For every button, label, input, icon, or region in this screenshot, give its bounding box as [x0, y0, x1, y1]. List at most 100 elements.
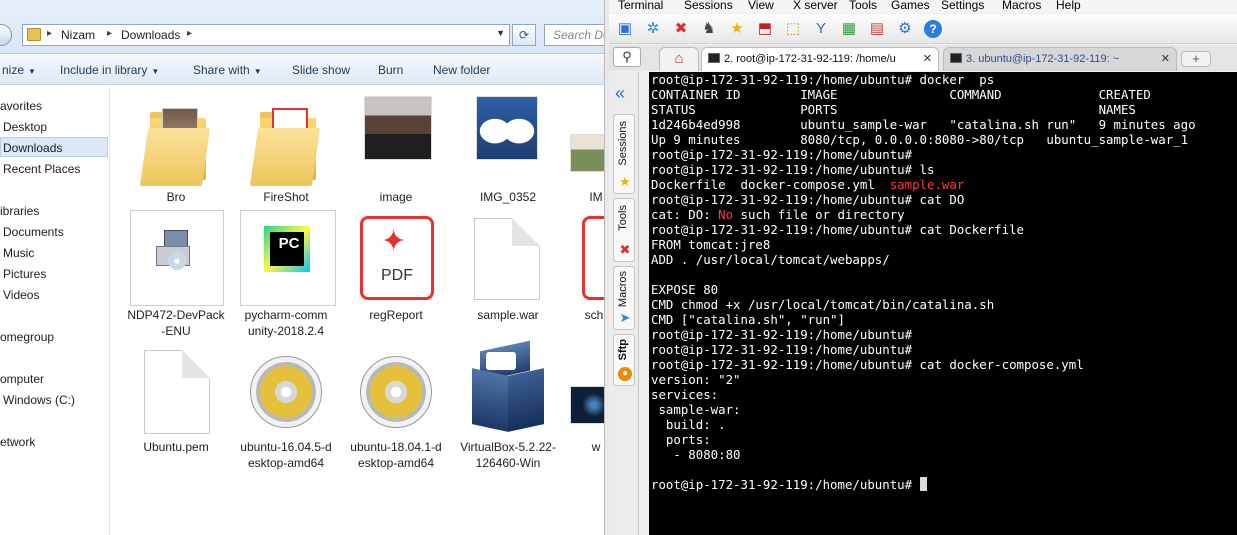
- servers-icon[interactable]: ✲: [644, 20, 662, 38]
- tab-session-3[interactable]: 3. ubuntu@ip-172-31-92-119: ~ ✕: [943, 47, 1177, 71]
- terminal-line: Up 9 minutes 8080/tcp, 0.0.0.0:8080->80/…: [651, 132, 1237, 147]
- menu-view[interactable]: View: [748, 0, 774, 12]
- file-item-fireshot[interactable]: FireShot: [236, 90, 336, 210]
- nav-windows-c[interactable]: Windows (C:): [3, 390, 75, 410]
- close-tab-icon[interactable]: ✕: [1161, 52, 1170, 65]
- file-label: Ubuntu.pem: [143, 440, 209, 454]
- terminal-text: such file or directory: [733, 207, 905, 222]
- home-tab-icon[interactable]: ⌂: [659, 47, 699, 71]
- file-item-ubuntu-16[interactable]: ubuntu-16.04.5-d esktop-amd64: [236, 344, 336, 470]
- sidebar-tab-sftp[interactable]: Sftp ●: [613, 334, 635, 386]
- refresh-icon[interactable]: ⟳: [512, 24, 536, 46]
- menu-tools[interactable]: Tools: [849, 0, 877, 12]
- nav-libraries[interactable]: ibraries: [0, 201, 39, 221]
- pycharm-icon: PC: [264, 226, 310, 272]
- address-dropdown-icon[interactable]: ▼: [496, 28, 505, 38]
- search-input[interactable]: Search Do: [544, 24, 604, 46]
- address-bar[interactable]: ▸ Nizam ▸ Downloads ▸ ▼: [22, 24, 510, 46]
- games-icon[interactable]: ♞: [700, 20, 718, 38]
- multiexec-icon[interactable]: ⬚: [784, 20, 802, 38]
- favorites-icon[interactable]: ★: [728, 20, 746, 38]
- pdf-icon: [582, 216, 604, 300]
- nav-videos[interactable]: Videos: [3, 285, 39, 305]
- session-icon[interactable]: ▣: [616, 20, 634, 38]
- organize-button[interactable]: nize ▼: [2, 63, 36, 77]
- split-icon[interactable]: ⬒: [756, 20, 774, 38]
- terminal-icon: [950, 53, 962, 63]
- menu-settings[interactable]: Settings: [941, 0, 984, 12]
- share-with-button[interactable]: Share with ▼: [193, 63, 262, 77]
- tunneling-icon[interactable]: Y: [812, 20, 830, 38]
- menu-terminal[interactable]: Terminal: [618, 0, 663, 12]
- file-item-img-0352[interactable]: IMG_0352: [458, 90, 558, 210]
- nav-computer[interactable]: omputer: [0, 369, 44, 389]
- terminal-line: ports:: [651, 432, 1237, 447]
- breadcrumb-chevron-icon[interactable]: ▸: [187, 28, 192, 39]
- file-item-ubuntu-18[interactable]: ubuntu-18.04.1-d esktop-amd64: [346, 344, 446, 470]
- back-button[interactable]: [0, 24, 12, 46]
- navigation-pane: avorites Desktop Downloads Recent Places…: [0, 86, 110, 535]
- breadcrumb-item-nizam[interactable]: Nizam: [61, 28, 95, 42]
- folder-icon: [27, 28, 41, 41]
- file-item-w[interactable]: w: [558, 344, 604, 464]
- file-item-sch[interactable]: sch: [558, 206, 604, 326]
- menu-sessions[interactable]: Sessions: [684, 0, 733, 12]
- file-item-image[interactable]: image: [346, 90, 446, 210]
- terminal-output[interactable]: root@ip-172-31-92-119:/home/ubuntu# dock…: [649, 72, 1237, 535]
- tab-session-2[interactable]: 2. root@ip-172-31-92-119: /home/u ✕: [701, 47, 939, 71]
- nav-favorites[interactable]: avorites: [0, 96, 42, 116]
- nav-desktop[interactable]: Desktop: [3, 117, 47, 137]
- nav-music[interactable]: Music: [3, 243, 34, 263]
- terminal-text: CMD chmod +x /usr/local/tomcat/bin/catal…: [651, 297, 995, 312]
- terminal-text: root@ip-172-31-92-119:/home/ubuntu# ls: [651, 162, 935, 177]
- terminal-line: CMD ["catalina.sh", "run"]: [651, 312, 1237, 327]
- menu-help[interactable]: Help: [1056, 0, 1081, 12]
- nav-recent-places[interactable]: Recent Places: [3, 159, 80, 179]
- nav-documents[interactable]: Documents: [3, 222, 64, 242]
- collapse-sidebar-icon[interactable]: «: [615, 84, 625, 102]
- terminal-line: root@ip-172-31-92-119:/home/ubuntu#: [651, 477, 1237, 492]
- file-item-pycharm[interactable]: PC pycharm-comm unity-2018.2.4: [236, 206, 336, 338]
- nav-pictures[interactable]: Pictures: [3, 264, 46, 284]
- sidebar-tab-tools[interactable]: Tools ✖: [613, 198, 635, 262]
- terminal-line: sample-war:: [651, 402, 1237, 417]
- file-item-virtualbox[interactable]: VirtualBox-5.2.22- 126460-Win: [458, 340, 558, 470]
- packages-icon[interactable]: ▦: [840, 20, 858, 38]
- photo-thumbnail-icon: [476, 96, 538, 160]
- menu-x-server[interactable]: X server: [793, 0, 838, 12]
- burn-button[interactable]: Burn: [378, 63, 403, 77]
- file-item-ndp472[interactable]: NDP472-DevPack -ENU: [126, 206, 226, 338]
- breadcrumb-chevron-icon[interactable]: ▸: [107, 28, 112, 39]
- include-in-library-button[interactable]: Include in library ▼: [60, 63, 159, 77]
- settings-icon[interactable]: ⚙: [896, 20, 914, 38]
- terminal-line: root@ip-172-31-92-119:/home/ubuntu# cat …: [651, 357, 1237, 372]
- file-label: image: [379, 190, 413, 204]
- menu-macros[interactable]: Macros: [1002, 0, 1041, 12]
- nav-downloads[interactable]: Downloads: [0, 137, 108, 157]
- slide-show-button[interactable]: Slide show: [292, 63, 350, 77]
- file-label: FireShot: [263, 190, 309, 204]
- nav-homegroup[interactable]: omegroup: [0, 327, 54, 347]
- sidebar-tab-sessions[interactable]: Sessions ★: [613, 114, 635, 194]
- menu-games[interactable]: Games: [891, 0, 930, 12]
- file-item-ubuntu-pem[interactable]: Ubuntu.pem: [126, 344, 226, 464]
- tools-icon[interactable]: ✖: [672, 20, 690, 38]
- sidebar-tab-macros[interactable]: Macros ➤: [613, 266, 635, 330]
- breadcrumb-item-downloads[interactable]: Downloads: [121, 28, 180, 42]
- sidebar-tab-label: Sessions: [617, 121, 629, 166]
- stats-icon[interactable]: ▤: [868, 20, 886, 38]
- file-item-regreport[interactable]: ✦ PDF regReport: [346, 206, 446, 326]
- file-item-im[interactable]: IM: [558, 90, 604, 210]
- close-tab-icon[interactable]: ✕: [923, 52, 932, 65]
- help-icon[interactable]: ?: [924, 20, 942, 38]
- file-item-bro[interactable]: Bro: [126, 90, 226, 210]
- nav-network[interactable]: etwork: [0, 432, 35, 452]
- new-folder-button[interactable]: New folder: [433, 63, 490, 77]
- file-item-sample-war[interactable]: sample.war: [458, 206, 558, 326]
- new-tab-button[interactable]: +: [1181, 51, 1211, 67]
- tab-label: 2. root@ip-172-31-92-119: /home/u: [724, 53, 896, 65]
- breadcrumb-chevron-icon[interactable]: ▸: [47, 28, 52, 39]
- quick-connect-search-icon[interactable]: ⚲: [613, 47, 641, 67]
- folder-icon: [139, 98, 214, 193]
